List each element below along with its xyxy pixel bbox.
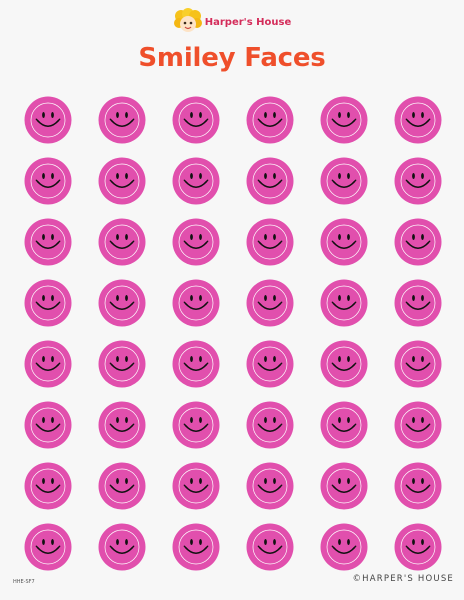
smiley-face-icon <box>172 340 220 388</box>
smiley-face-icon <box>320 401 368 449</box>
smiley-face-icon <box>172 157 220 205</box>
smiley-face-icon <box>394 401 442 449</box>
footer-copyright: ©HARPER'S HOUSE <box>352 574 454 584</box>
brand-name: Harper's House <box>204 16 292 28</box>
smiley-face-icon <box>98 279 146 327</box>
page-title: Smiley Faces <box>138 43 326 73</box>
smiley-face-icon <box>24 523 72 571</box>
smiley-face-icon <box>98 157 146 205</box>
smiley-face-icon <box>24 401 72 449</box>
smiley-face-icon <box>320 523 368 571</box>
smiley-face-icon <box>320 340 368 388</box>
smiley-face-icon <box>320 96 368 144</box>
smiley-face-icon <box>98 462 146 510</box>
smiley-face-icon <box>24 157 72 205</box>
smiley-face-icon <box>172 218 220 266</box>
smiley-face-icon <box>246 462 294 510</box>
sticker-grid <box>24 96 444 572</box>
smiley-face-icon <box>24 218 72 266</box>
smiley-face-icon <box>98 218 146 266</box>
smiley-face-icon <box>394 340 442 388</box>
smiley-face-icon <box>320 462 368 510</box>
girl-face-logo-icon <box>173 8 202 32</box>
smiley-face-icon <box>320 218 368 266</box>
smiley-face-icon <box>172 401 220 449</box>
smiley-face-icon <box>98 96 146 144</box>
smiley-face-icon <box>394 218 442 266</box>
smiley-face-icon <box>394 462 442 510</box>
smiley-face-icon <box>246 96 294 144</box>
smiley-face-icon <box>172 279 220 327</box>
smiley-face-icon <box>172 523 220 571</box>
smiley-face-icon <box>320 279 368 327</box>
smiley-face-icon <box>320 157 368 205</box>
smiley-face-icon <box>98 340 146 388</box>
smiley-face-icon <box>24 340 72 388</box>
brand-header: Harper's House <box>0 8 464 36</box>
smiley-face-icon <box>394 96 442 144</box>
product-code: HHE-SF7 <box>13 579 35 585</box>
smiley-face-icon <box>246 157 294 205</box>
smiley-face-icon <box>246 340 294 388</box>
smiley-face-icon <box>24 279 72 327</box>
smiley-face-icon <box>394 157 442 205</box>
smiley-face-icon <box>246 523 294 571</box>
smiley-face-icon <box>24 96 72 144</box>
smiley-face-icon <box>246 279 294 327</box>
smiley-face-icon <box>24 462 72 510</box>
smiley-face-icon <box>246 218 294 266</box>
smiley-face-icon <box>172 96 220 144</box>
smiley-face-icon <box>98 523 146 571</box>
smiley-face-icon <box>172 462 220 510</box>
smiley-face-icon <box>394 279 442 327</box>
smiley-face-icon <box>98 401 146 449</box>
smiley-face-icon <box>246 401 294 449</box>
smiley-face-icon <box>394 523 442 571</box>
